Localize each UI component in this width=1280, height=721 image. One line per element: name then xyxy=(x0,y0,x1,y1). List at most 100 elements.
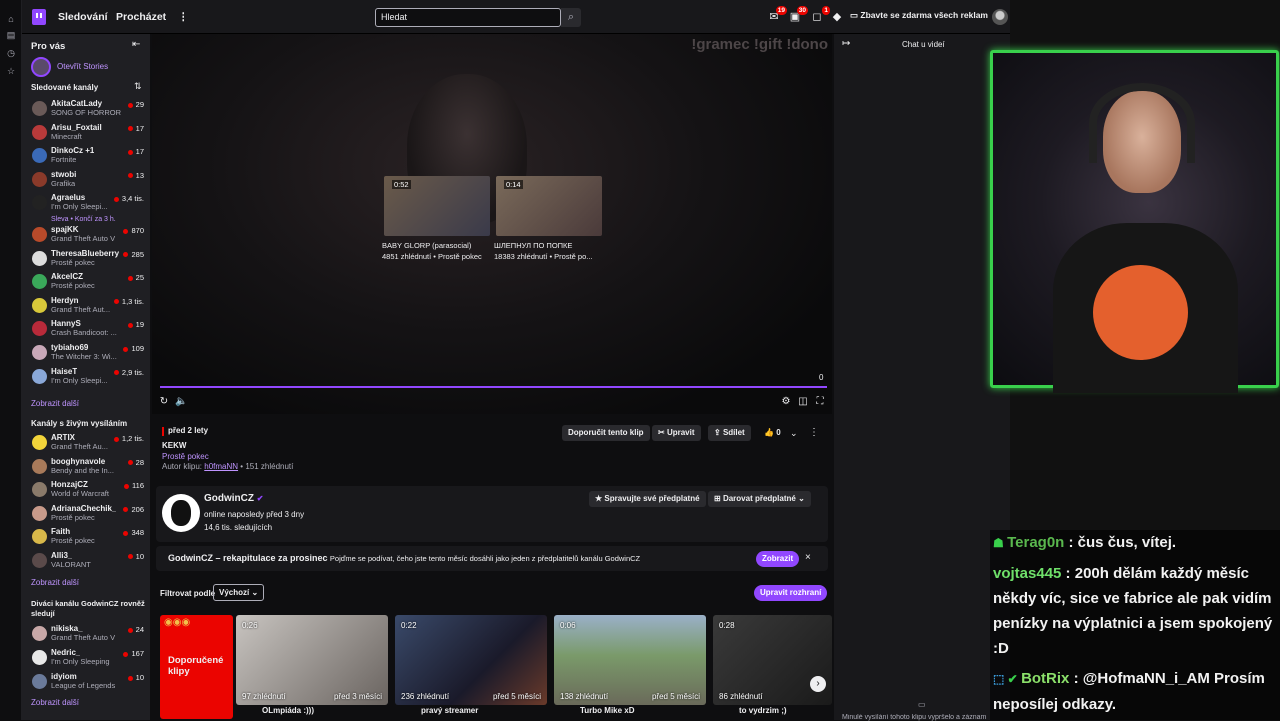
user-avatar[interactable] xyxy=(992,9,1008,25)
sidebar-channel-item[interactable]: idyiom League of Legends 10 xyxy=(30,671,146,693)
clip-author-link[interactable]: h0fmaNN xyxy=(204,462,238,471)
inbox-icon[interactable]: ✉ 19 xyxy=(767,6,787,24)
suggested-clip-thumb[interactable]: 0:52 xyxy=(384,176,490,236)
nav-following[interactable]: Sledování xyxy=(58,11,108,23)
sidebar-channel-item[interactable]: spajKK Grand Theft Auto V 870 xyxy=(30,224,146,246)
sidebar-channel-item[interactable]: booghynavole Bendy and the In... 28 xyxy=(30,456,146,478)
fullscreen-icon[interactable]: ⛶ xyxy=(814,396,826,408)
edit-clip-button[interactable]: ✂ Upravit xyxy=(652,425,701,441)
document-icon[interactable]: ▤ xyxy=(6,30,16,40)
bits-icon[interactable]: ◆ xyxy=(830,10,844,24)
sidebar-channel-item[interactable]: Arisu_Foxtail Minecraft 17 xyxy=(30,122,146,144)
nav-browse[interactable]: Procházet xyxy=(116,11,166,23)
clip-title[interactable]: to vydrzim ;) xyxy=(739,706,787,715)
channel-name[interactable]: GodwinCZ ✔ xyxy=(204,493,263,504)
history-icon[interactable]: ◷ xyxy=(6,48,16,58)
channel-avatar xyxy=(32,529,47,544)
volume-icon[interactable]: 🔈 xyxy=(175,396,187,408)
viewers-also-title: Diváci kanálu GodwinCZ rovněž sledují xyxy=(31,599,145,618)
channel-game: Grand Theft Auto V xyxy=(51,633,116,642)
channel-game: Bendy and the In... xyxy=(51,465,114,475)
whispers-icon[interactable]: ◻ 1 xyxy=(810,6,830,24)
channel-avatar xyxy=(32,148,47,164)
suggested-clip-thumb[interactable]: 0:14 xyxy=(496,176,602,236)
sidebar-channel-item[interactable]: HannyS Crash Bandicoot: ... 19 xyxy=(30,318,146,340)
twitch-logo[interactable] xyxy=(32,9,46,25)
sidebar-channel-item[interactable]: AkitaCatLady SONG OF HORROR 29 xyxy=(30,98,146,120)
stories-avatar[interactable] xyxy=(31,57,51,77)
notifications-icon[interactable]: ▣ 30 xyxy=(788,6,808,24)
sidebar-channel-item[interactable]: HonzajCZ World of Warcraft 116 xyxy=(30,479,146,501)
sidebar-channel-item[interactable]: nikiska_ Grand Theft Auto V 24 xyxy=(30,623,146,645)
sidebar-channel-item[interactable]: stwobi Grafika 13 xyxy=(30,169,146,191)
settings-icon[interactable]: ⚙ xyxy=(780,396,792,408)
viewer-count: 28 xyxy=(128,458,144,467)
close-icon[interactable]: × xyxy=(805,552,811,563)
adfree-label: Zbavte se zdarma všech reklam xyxy=(860,10,988,20)
filter-dropdown[interactable]: Výchozí ⌄ xyxy=(213,584,265,601)
show-more-live[interactable]: Zobrazit další xyxy=(31,578,79,587)
channel-avatar[interactable] xyxy=(162,494,200,532)
gift-sub-button[interactable]: ⊞ Darovat předplatné ⌄ xyxy=(708,491,811,507)
progress-bar[interactable] xyxy=(160,386,827,388)
sidebar-channel-item[interactable]: Alli3_ VALORANT 10 xyxy=(30,550,146,572)
adfree-button[interactable]: ▭ Zbavte se zdarma všech reklam xyxy=(850,10,988,21)
collapse-chat-icon[interactable]: ↦ xyxy=(842,38,850,49)
clip-title[interactable]: pravý streamer xyxy=(421,706,478,715)
recap-show-button[interactable]: Zobrazit xyxy=(756,551,800,567)
more-options-icon[interactable]: ⋮ xyxy=(809,427,819,438)
theatre-mode-icon[interactable]: ◫ xyxy=(797,396,809,408)
manage-subs-button[interactable]: ★ Spravujte své předplatné xyxy=(589,491,706,507)
more-menu-icon[interactable]: ⋮ xyxy=(178,11,189,23)
clip-title[interactable]: Turbo Mike xD xyxy=(580,706,635,715)
sidebar-channel-item[interactable]: tybiaho69 The Witcher 3: Wi... 109 xyxy=(30,342,146,364)
clip-card[interactable]: 0:06 138 zhlédnutí před 5 měsíci xyxy=(554,615,706,705)
channel-name: AdrianaChechik_ xyxy=(51,503,117,513)
clip-title[interactable]: OLmpiáda :))) xyxy=(262,706,314,715)
recommend-clip-button[interactable]: Doporučit tento klip xyxy=(562,425,650,441)
sidebar-channel-item[interactable]: DinkoCz +1 Fortnite 17 xyxy=(30,145,146,167)
sidebar-channel-item[interactable]: Agraelus I'm Only Sleepi... 3,4 tis. xyxy=(30,192,146,214)
replay-icon[interactable]: ↻ xyxy=(158,396,170,408)
like-button[interactable]: 👍 0 xyxy=(758,425,787,441)
left-rail: ⌂ ▤ ◷ ☆ xyxy=(0,0,22,720)
clip-card[interactable]: 0:28 86 zhlédnutí xyxy=(713,615,832,705)
sidebar-channel-item[interactable]: Herdyn Grand Theft Aut... 1,3 tis. xyxy=(30,295,146,317)
clip-card[interactable]: 0:22 236 zhlédnutí před 5 měsíci xyxy=(395,615,547,705)
suggested-clip-title[interactable]: ШЛЕПНУЛ ПО ПОПКЕ xyxy=(494,241,600,250)
chevron-down-icon[interactable]: ⌄ xyxy=(790,428,798,439)
clip-duration: 0:22 xyxy=(401,621,417,630)
sort-icon[interactable]: ⇅ xyxy=(134,81,142,92)
search-input[interactable]: Hledat xyxy=(375,8,561,27)
sidebar-channel-item[interactable]: TheresaBlueberry Prostě pokec 285 xyxy=(30,248,146,270)
carousel-next-icon[interactable]: › xyxy=(810,676,826,692)
edit-layout-button[interactable]: Upravit rozhraní xyxy=(754,585,828,601)
sidebar-channel-item[interactable]: ARTIX Grand Theft Au... 1,2 tis. xyxy=(30,432,146,454)
show-more-followed[interactable]: Zobrazit další xyxy=(31,399,79,408)
sidebar-channel-item[interactable]: Faith Prostě pokec 348 xyxy=(30,526,146,548)
suggested-clip-title[interactable]: BABY GLORP (parasocial) xyxy=(382,241,488,250)
viewer-count: 1,3 tis. xyxy=(114,297,144,306)
recommended-clips-card[interactable]: ◉◉◉ Doporučené klipy xyxy=(160,615,233,719)
clip-card[interactable]: 0:26 97 zhlédnutí před 3 měsíci xyxy=(236,615,388,705)
video-player[interactable]: !gramec !gift !dono 0:52 0:14 BABY GLORP… xyxy=(152,34,832,414)
collapse-icon[interactable]: ⇤ xyxy=(132,39,140,50)
star-icon[interactable]: ☆ xyxy=(6,66,16,76)
search-icon[interactable]: ⌕ xyxy=(561,8,581,27)
viewer-count: 348 xyxy=(123,528,144,537)
channel-game: Prostě pokec xyxy=(51,257,95,267)
channel-name-text: GodwinCZ xyxy=(204,493,254,504)
show-more-viewers[interactable]: Zobrazit další xyxy=(31,698,79,707)
share-button[interactable]: ⇪ Sdílet xyxy=(708,425,751,441)
home-icon[interactable]: ⌂ xyxy=(6,14,16,24)
sidebar-channel-item[interactable]: HaiseT I'm Only Sleepi... 2,9 tis. xyxy=(30,366,146,388)
sidebar-channel-item[interactable]: AdrianaChechik_ Prostě pokec 206 xyxy=(30,503,146,525)
viewer-count: 29 xyxy=(128,100,144,109)
channel-game: I'm Only Sleepi... xyxy=(51,375,108,385)
sidebar-channel-item[interactable]: Nedric_ I'm Only Sleeping 167 xyxy=(30,647,146,669)
prime-icon: ▭ xyxy=(850,10,861,20)
stories-link[interactable]: Otevřít Stories xyxy=(57,62,108,71)
clip-category[interactable]: Prostě pokec xyxy=(162,452,209,461)
recap-banner: GodwinCZ – rekapitulace za prosinec Pojď… xyxy=(156,546,828,571)
sidebar-channel-item[interactable]: AkcelCZ Prostě pokec 25 xyxy=(30,271,146,293)
